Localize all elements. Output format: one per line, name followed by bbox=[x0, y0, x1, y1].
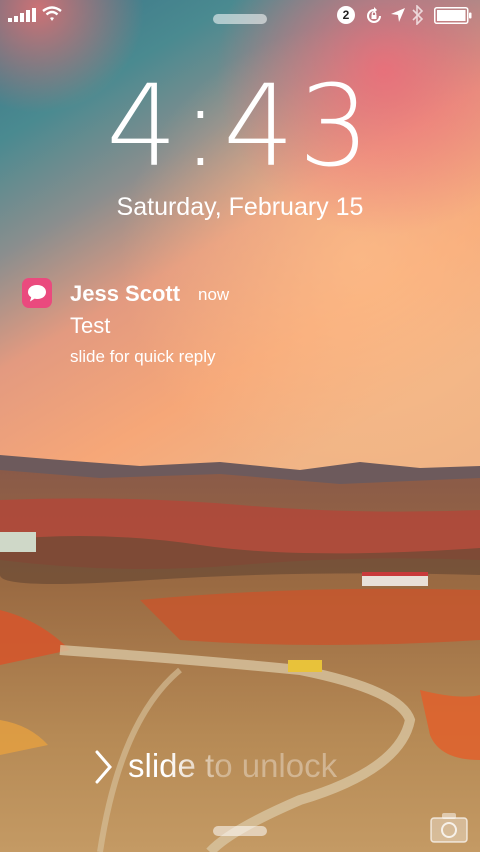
notification-sender: Jess Scott bbox=[70, 281, 181, 306]
cellular-signal-icon bbox=[8, 8, 36, 22]
notification-center-grabber[interactable] bbox=[213, 14, 267, 24]
notification-count-badge: 2 bbox=[337, 6, 355, 24]
chevron-right-icon bbox=[95, 750, 112, 784]
notification-message: Test bbox=[70, 313, 111, 338]
message-notification[interactable]: Jess Scott now Test slide for quick repl… bbox=[22, 278, 462, 378]
lock-screen-time: 4:43 bbox=[106, 62, 374, 192]
messages-icon bbox=[22, 278, 52, 308]
notification-time: now bbox=[198, 285, 230, 304]
rotation-lock-icon bbox=[367, 7, 381, 23]
location-arrow-icon bbox=[391, 8, 405, 22]
slide-to-unlock[interactable]: slide to unlock bbox=[94, 744, 394, 788]
battery-icon bbox=[434, 7, 472, 24]
camera-icon[interactable] bbox=[428, 810, 470, 844]
wifi-icon bbox=[42, 6, 62, 21]
quick-reply-hint[interactable]: slide for quick reply bbox=[70, 346, 216, 368]
lock-screen-date: Saturday, February 15 bbox=[116, 193, 364, 221]
slide-to-unlock-label: slide to unlock bbox=[128, 744, 337, 788]
bluetooth-icon bbox=[412, 5, 424, 25]
control-center-grabber[interactable] bbox=[213, 826, 267, 836]
